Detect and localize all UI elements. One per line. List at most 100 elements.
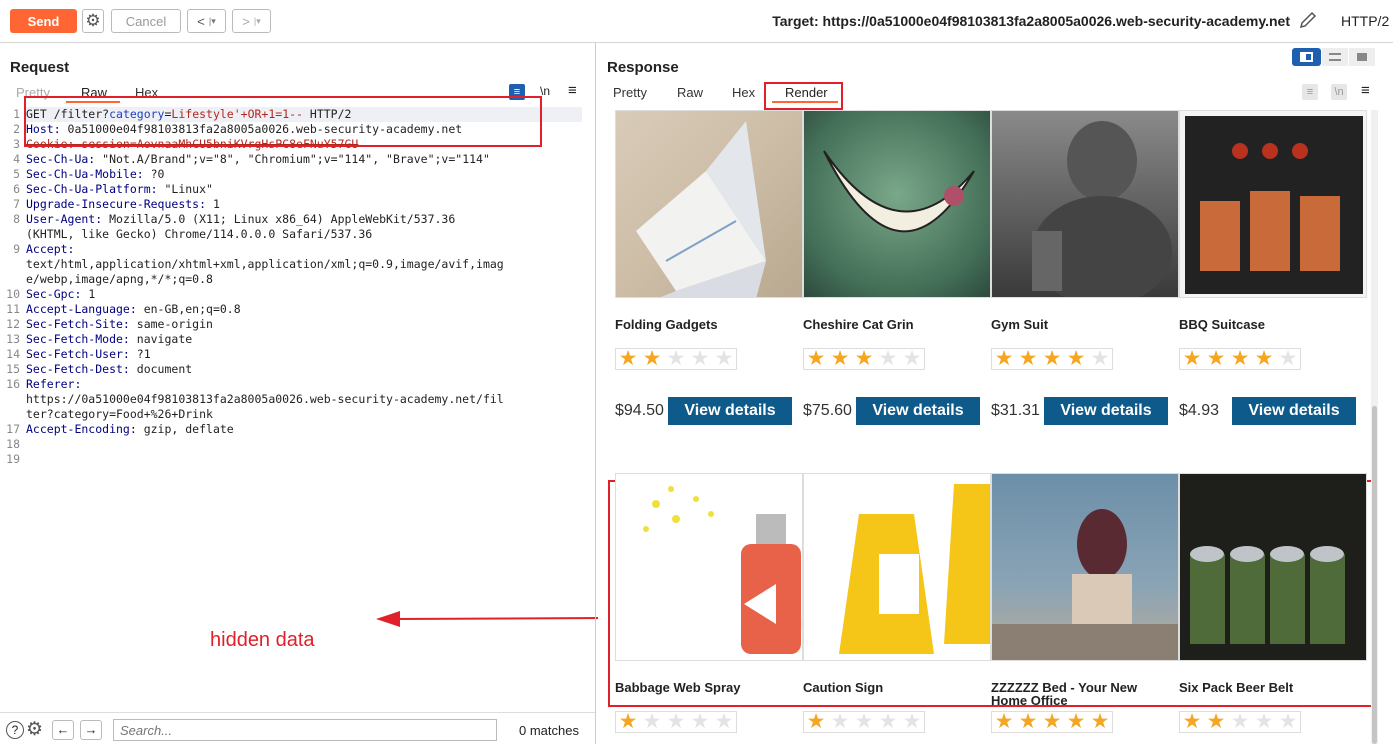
product-image-babbage-web-spray [615, 473, 803, 661]
render-scrollbar[interactable] [1371, 110, 1378, 744]
code-line[interactable]: Sec-Fetch-Mode: navigate [26, 332, 192, 347]
code-line[interactable]: Accept-Language: en-GB,en;q=0.8 [26, 302, 241, 317]
cancel-button[interactable]: Cancel [111, 9, 181, 33]
star-icon: ★ [1254, 347, 1274, 370]
scrollbar-thumb[interactable] [1372, 406, 1377, 744]
star-icon: ★ [1230, 347, 1250, 370]
code-token: Sec-Fetch-User: [26, 347, 137, 361]
code-line[interactable]: Accept: [26, 242, 74, 257]
product-rating: ★ ★ ★ ★ ★ [615, 711, 737, 733]
view-details-button[interactable]: View details [668, 397, 792, 425]
star-icon: ★ [854, 710, 874, 733]
response-tab-hex[interactable]: Hex [732, 85, 755, 100]
back-nav-button[interactable]: < |▾ [187, 9, 226, 33]
code-line[interactable]: Sec-Fetch-Dest: document [26, 362, 192, 377]
pane-divider[interactable] [595, 43, 596, 744]
code-token: Mozilla/5.0 (X11; Linux x86_64) AppleWeb… [109, 212, 456, 226]
code-line[interactable]: ter?category=Food+%26+Drink [26, 407, 213, 422]
code-token: Accept: [26, 242, 75, 256]
product-price: $75.60 [803, 402, 852, 419]
line-number: 10 [6, 287, 20, 301]
code-line[interactable]: Sec-Fetch-User: ?1 [26, 347, 151, 362]
request-menu-button[interactable]: ≡ [568, 82, 577, 99]
line-number: 8 [13, 212, 20, 226]
main-toolbar: Send ⚙ Cancel < |▾ > |▾ Target: https://0a… [0, 0, 1393, 43]
product-rating: ★ ★ ★ ★ ★ [803, 348, 925, 370]
response-tab-raw[interactable]: Raw [677, 85, 703, 100]
code-line[interactable]: Sec-Fetch-Site: same-origin [26, 317, 213, 332]
product-rating: ★ ★ ★ ★ ★ [1179, 711, 1301, 733]
star-icon: ★ [1278, 347, 1298, 370]
http-version-label[interactable]: HTTP/2 [1341, 13, 1389, 29]
render-view: Folding Gadgets ★ ★ ★ ★ ★ $94.50 View details Ch… [598, 110, 1378, 744]
code-line[interactable]: User-Agent: Mozilla/5.0 (X11; Linux x86_… [26, 212, 455, 227]
response-newline-toggle[interactable]: \n [1331, 84, 1347, 100]
star-icon: ★ [902, 710, 922, 733]
code-token: ?0 [150, 167, 165, 181]
code-line[interactable]: e/webp,image/apng,*/*;q=0.8 [26, 272, 213, 287]
star-icon: ★ [1066, 710, 1086, 733]
star-icon: ★ [830, 347, 850, 370]
view-details-button[interactable]: View details [1232, 397, 1356, 425]
product-rating: ★ ★ ★ ★ ★ [991, 348, 1113, 370]
product-rating: ★ ★ ★ ★ ★ [1179, 348, 1301, 370]
product-name: ZZZZZZ Bed - Your New Home Office [991, 680, 1138, 708]
code-line[interactable]: Sec-Gpc: 1 [26, 287, 95, 302]
star-icon: ★ [1018, 710, 1038, 733]
send-button[interactable]: Send [10, 9, 77, 33]
star-icon: ★ [994, 347, 1014, 370]
line-number: 12 [6, 317, 20, 331]
code-line[interactable]: (KHTML, like Gecko) Chrome/114.0.0.0 Saf… [26, 227, 372, 242]
beer-belt-icon [1180, 474, 1366, 660]
code-line[interactable]: Sec-Ch-Ua: "Not.A/Brand";v="8", "Chromiu… [26, 152, 490, 167]
line-number: 14 [6, 347, 20, 361]
search-settings-button[interactable]: ⚙ [26, 718, 43, 741]
line-number: 9 [13, 242, 20, 256]
response-tab-pretty[interactable]: Pretty [613, 85, 647, 100]
star-icon: ★ [618, 347, 638, 370]
help-button[interactable]: ? [6, 721, 24, 739]
view-details-button[interactable]: View details [1044, 397, 1168, 425]
code-token: 1 [212, 197, 220, 211]
layout-tabs-button[interactable] [1349, 48, 1375, 66]
gear-icon: ⚙ [26, 719, 44, 740]
edit-target-button[interactable] [1298, 10, 1320, 32]
chevron-right-icon: > [242, 13, 250, 29]
code-line[interactable]: Accept-Encoding: gzip, deflate [26, 422, 234, 437]
search-input[interactable] [113, 719, 497, 741]
product-name: Gym Suit [991, 317, 1049, 332]
star-icon: ★ [1230, 710, 1250, 733]
code-line[interactable]: Sec-Ch-Ua-Mobile: ?0 [26, 167, 164, 182]
code-line[interactable]: Upgrade-Insecure-Requests: 1 [26, 197, 220, 212]
product-price: $94.50 [615, 402, 664, 419]
gear-icon: ⚙ [85, 11, 101, 30]
view-details-button[interactable]: View details [856, 397, 980, 425]
search-next-button[interactable]: → [80, 720, 102, 740]
star-icon: ★ [1066, 347, 1086, 370]
code-line[interactable]: https://0a51000e04f98103813fa2a8005a0026… [26, 392, 504, 407]
code-token: Sec-Gpc: [26, 287, 89, 301]
response-wrap-toggle[interactable]: ≡ [1302, 84, 1318, 100]
search-prev-button[interactable]: ← [52, 720, 74, 740]
code-line[interactable]: Sec-Ch-Ua-Platform: "Linux" [26, 182, 213, 197]
code-token: ?1 [136, 347, 151, 361]
line-number: 15 [6, 362, 20, 376]
code-line[interactable]: text/html,application/xhtml+xml,applicat… [26, 257, 504, 272]
response-menu-button[interactable]: ≡ [1361, 82, 1370, 99]
product-image-six-pack-beer-belt [1179, 473, 1367, 661]
code-token: navigate [136, 332, 193, 346]
star-icon: ★ [1042, 347, 1062, 370]
layout-side-by-side-button[interactable] [1292, 48, 1321, 66]
code-line[interactable]: Referer: [26, 377, 81, 392]
forward-nav-button[interactable]: > |▾ [232, 9, 271, 33]
code-token: Sec-Ch-Ua-Platform: [26, 182, 165, 196]
line-number: 4 [13, 152, 20, 166]
line-number: 19 [6, 452, 20, 466]
code-token: gzip, deflate [143, 422, 234, 436]
single-pane-icon [1357, 53, 1367, 61]
star-icon: ★ [1018, 347, 1038, 370]
layout-top-bottom-button[interactable] [1322, 48, 1348, 66]
settings-gear-button[interactable]: ⚙ [82, 9, 104, 33]
star-icon: ★ [1090, 347, 1110, 370]
code-token: 1 [88, 287, 96, 301]
